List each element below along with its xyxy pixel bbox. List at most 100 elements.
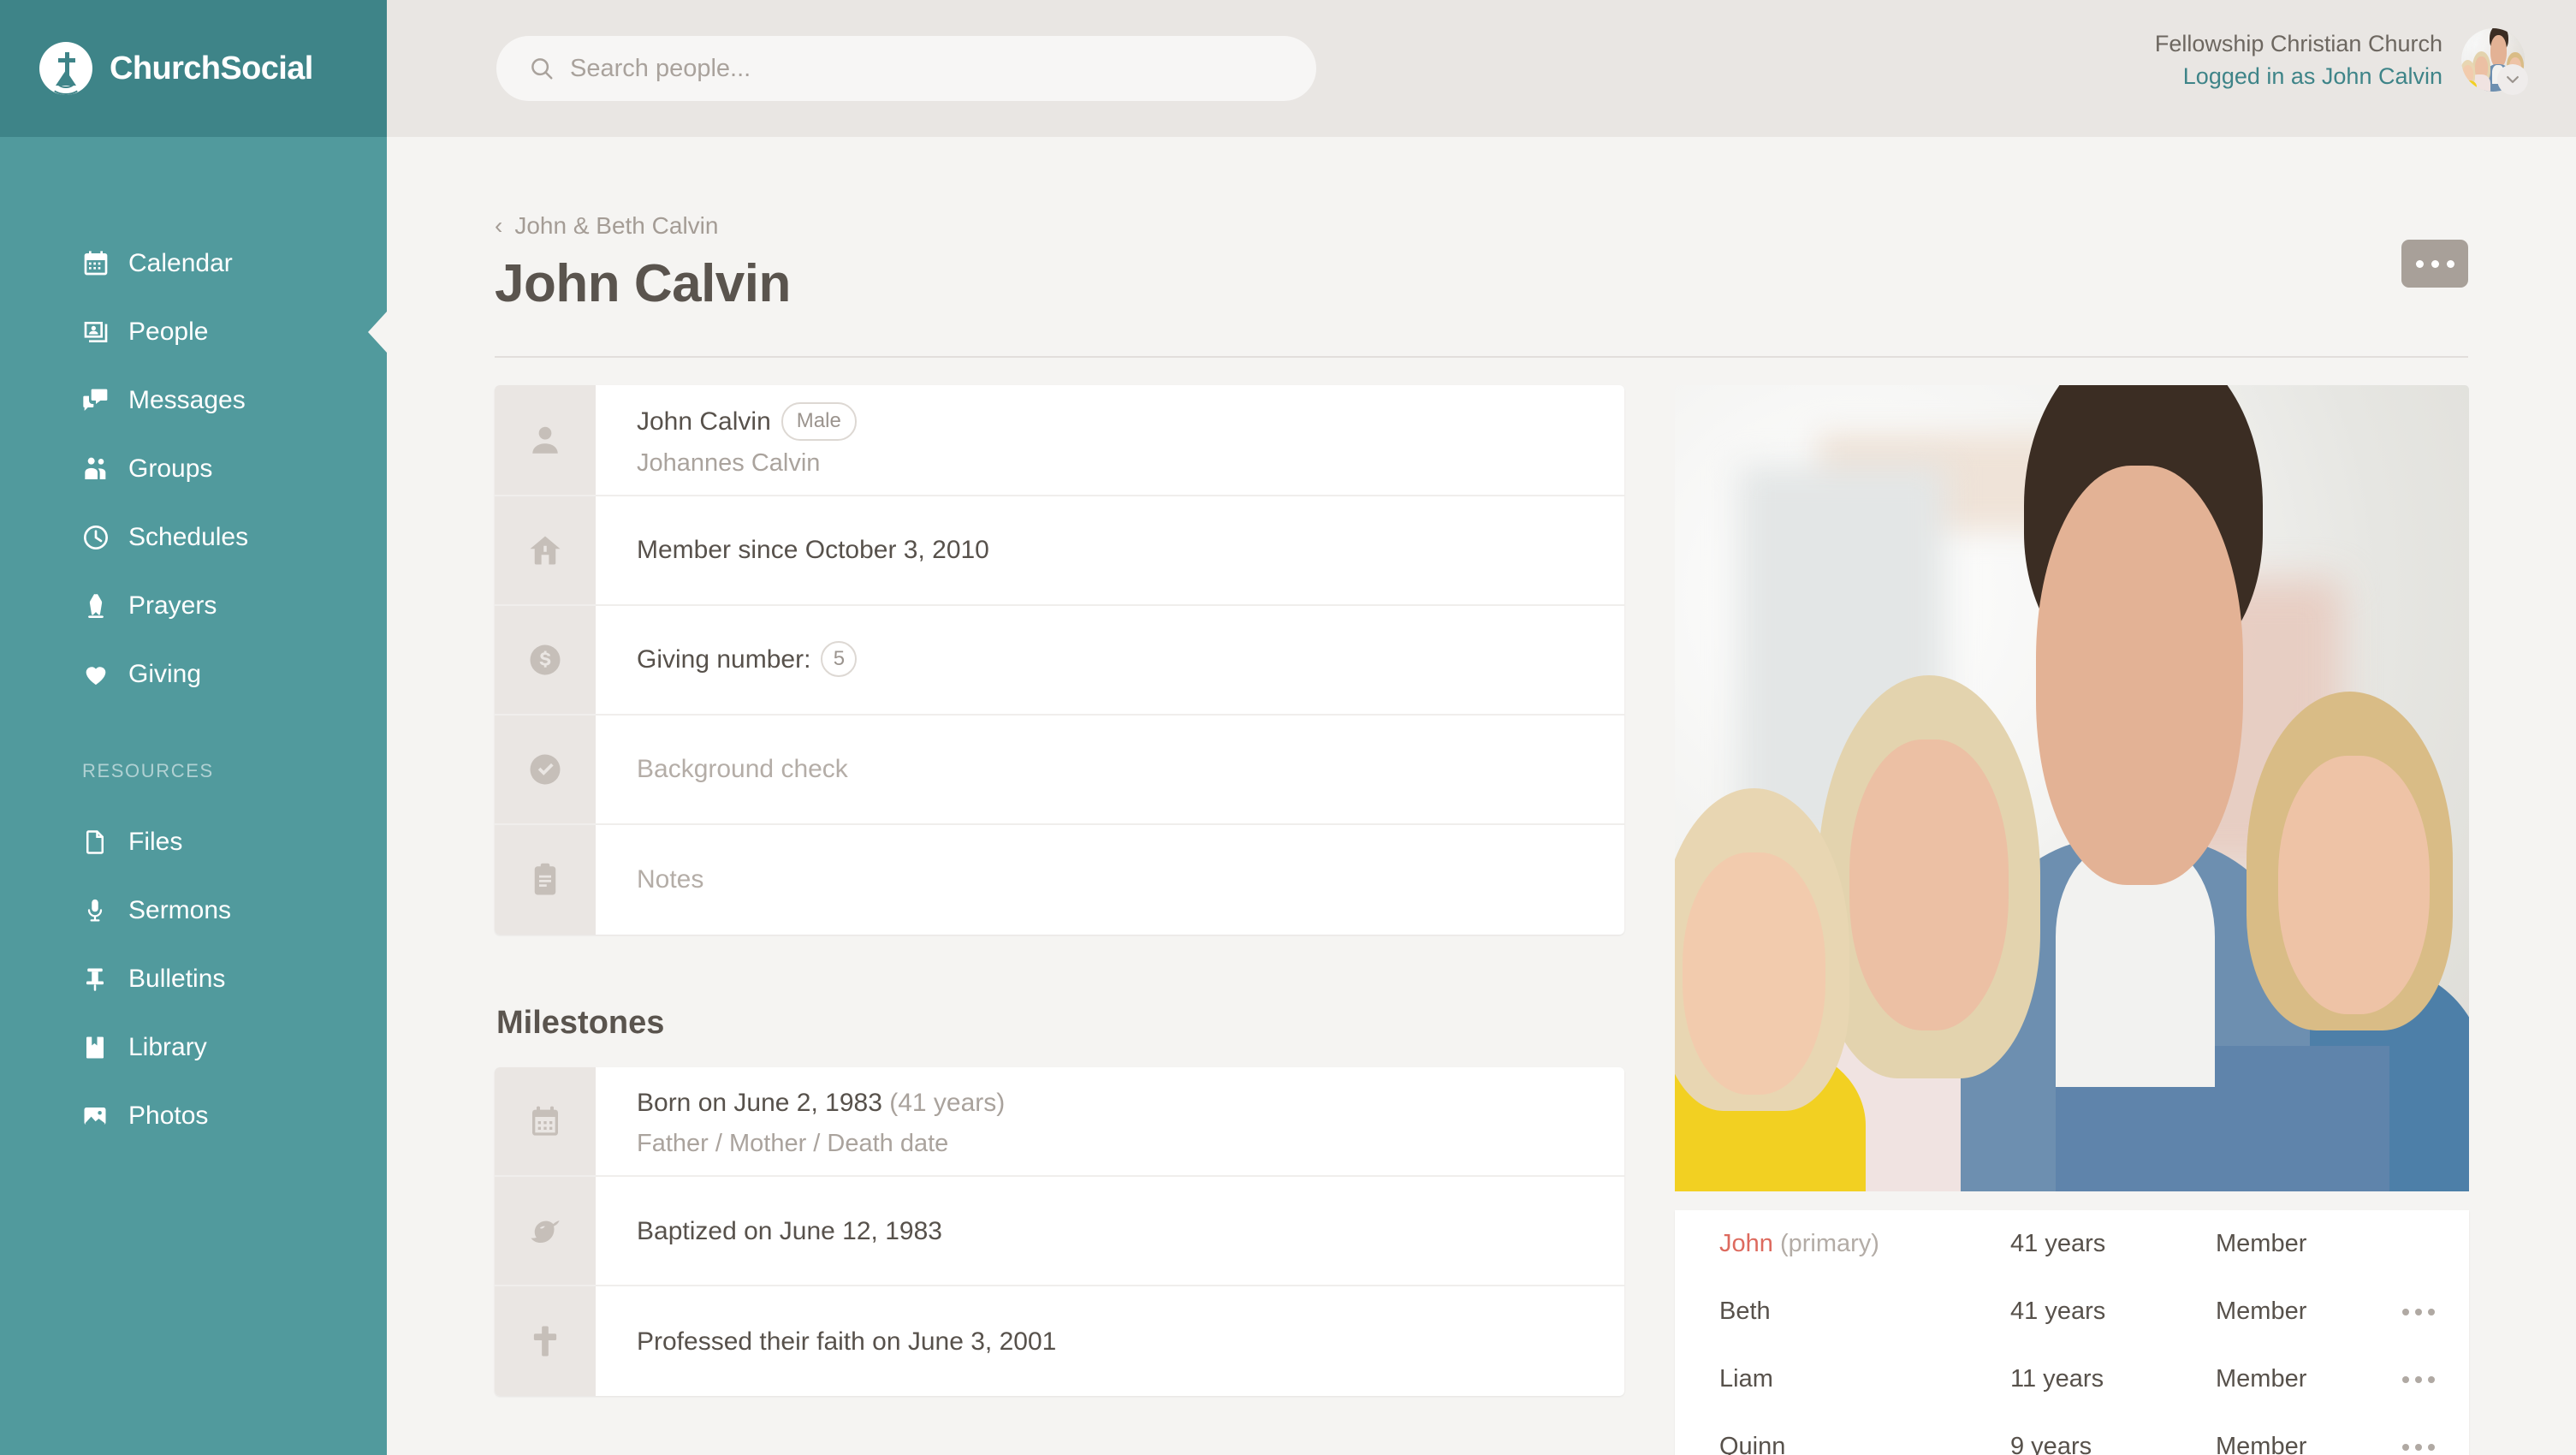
milestone-born-age: (41 years) [889,1088,1006,1117]
family-member-role: Member [2216,1298,2307,1325]
ellipsis-icon [2415,1308,2422,1315]
family-member-role: Member [2216,1433,2307,1455]
sidebar-item-schedules[interactable]: Schedules [0,503,387,572]
sidebar-item-label: Prayers [128,591,217,620]
sidebar-item-label: People [128,318,209,346]
church-cross-logo-icon [39,42,92,95]
sidebar-item-label: Bulletins [128,965,226,993]
sidebar-item-label: Giving [128,660,202,688]
sidebar-item-label: Photos [128,1102,209,1130]
search-input[interactable]: Search people... [496,36,1316,101]
milestone-row-professed-faith[interactable]: Professed their faith on June 3, 2001 [495,1286,1624,1397]
sidebar-item-label: Schedules [128,523,249,551]
header-divider [495,356,2468,358]
milestones-section-title: Milestones [496,1004,665,1041]
milestone-row-born[interactable]: Born on June 2, 1983 (41 years) Father /… [495,1066,1624,1178]
page-actions-menu-button[interactable] [2401,240,2468,288]
info-row-background-check[interactable]: Background check [495,715,1624,825]
calendar-icon [495,1066,596,1176]
sidebar-item-calendar[interactable]: Calendar [0,229,387,298]
family-member-first-name: Beth [1719,1298,1771,1325]
ellipsis-icon [2446,259,2454,268]
milestone-baptized-text: Baptized on June 12, 1983 [637,1216,942,1245]
ellipsis-icon [2428,1375,2435,1383]
main-content: ‹ John & Beth Calvin John Calvin John Ca… [387,137,2576,1455]
milestone-row-baptized[interactable]: Baptized on June 12, 1983 [495,1177,1624,1287]
family-member-row[interactable]: Beth 41 years Member [1675,1278,2469,1345]
group-users-icon [82,455,113,483]
family-member-name: John (primary) [1719,1230,2010,1258]
family-member-row[interactable]: Liam 11 years Member [1675,1345,2469,1413]
heart-icon [82,661,113,688]
family-member-first-name: Quinn [1719,1433,1786,1455]
profile-info-card: John Calvin Male Johannes Calvin Member s… [495,385,1624,935]
sidebar-item-messages[interactable]: Messages [0,366,387,435]
sidebar-item-label: Sermons [128,896,232,924]
sidebar-nav: Calendar People Messages Groups Schedule… [0,137,387,1150]
info-row-giving-number[interactable]: Giving number: 5 [495,605,1624,716]
sidebar-item-photos[interactable]: Photos [0,1082,387,1150]
family-member-first-name: John [1719,1230,1773,1257]
ellipsis-icon [2431,259,2439,268]
family-member-first-name: Liam [1719,1365,1773,1393]
notes-placeholder: Notes [637,864,704,894]
sidebar-brand-header[interactable]: ChurchSocial [0,0,387,137]
breadcrumb-label: John & Beth Calvin [514,212,719,239]
sidebar-item-library[interactable]: Library [0,1013,387,1082]
sidebar-item-files[interactable]: Files [0,808,387,876]
photo-image-icon [82,1103,113,1129]
clipboard-icon [495,824,596,935]
family-member-menu-button[interactable] [2383,1375,2435,1383]
sidebar-item-people[interactable]: People [0,298,387,366]
ellipsis-icon [2428,1443,2435,1451]
info-row-notes[interactable]: Notes [495,824,1624,935]
info-row-member-since[interactable]: Member since October 3, 2010 [495,496,1624,606]
giving-number-label: Giving number: [637,645,811,674]
check-circle-icon [495,715,596,823]
sidebar-item-giving[interactable]: Giving [0,640,387,709]
profile-name: John Calvin [637,407,771,436]
milestone-born-sub: Father / Mother / Death date [637,1130,949,1158]
family-member-row[interactable]: Quinn 9 years Member [1675,1413,2469,1455]
milestone-born-text: Born on June 2, 1983 [637,1088,882,1117]
person-icon [495,385,596,495]
family-member-name: Liam [1719,1365,2010,1393]
family-member-menu-button[interactable] [2383,1308,2435,1315]
sidebar-item-bulletins[interactable]: Bulletins [0,945,387,1013]
family-photo[interactable] [1675,385,2469,1191]
sidebar-item-prayers[interactable]: Prayers [0,572,387,640]
family-member-menu-button[interactable] [2383,1443,2435,1451]
family-member-age: 41 years [2010,1298,2106,1325]
family-member-role: Member [2216,1230,2307,1257]
file-document-icon [82,829,113,855]
info-row-name[interactable]: John Calvin Male Johannes Calvin [495,385,1624,496]
clock-icon [82,524,113,551]
logged-in-as-link[interactable]: Logged in as John Calvin [2155,60,2442,92]
chevron-left-icon: ‹ [495,212,503,239]
book-bookmark-icon [82,1035,113,1060]
page-header: ‹ John & Beth Calvin John Calvin [387,137,2576,314]
left-column: John Calvin Male Johannes Calvin Member s… [495,385,1624,1397]
page-title: John Calvin [495,254,791,313]
sidebar-item-groups[interactable]: Groups [0,435,387,503]
account-menu[interactable]: Fellowship Christian Church Logged in as… [2154,27,2528,96]
family-member-age: 11 years [2010,1365,2104,1393]
search-icon [529,56,555,81]
background-check-placeholder: Background check [637,754,848,783]
ellipsis-icon [2402,1375,2409,1383]
church-name: Fellowship Christian Church [2154,31,2442,56]
sidebar-item-sermons[interactable]: Sermons [0,876,387,945]
gender-badge: Male [781,402,857,441]
family-member-row[interactable]: John (primary) 41 years Member [1675,1210,2469,1278]
breadcrumb[interactable]: ‹ John & Beth Calvin [495,212,718,240]
family-member-role: Member [2216,1365,2307,1393]
sidebar: ChurchSocial Calendar People Messages Gr… [0,0,387,1455]
sidebar-item-label: Files [128,828,183,856]
chat-bubbles-icon [82,387,113,414]
dove-icon [495,1177,596,1286]
family-member-age: 41 years [2010,1230,2106,1257]
family-member-name: Beth [1719,1298,2010,1326]
calendar-icon [82,250,113,277]
pin-icon [82,966,113,992]
top-bar: Search people... Fellowship Christian Ch… [387,0,2576,137]
